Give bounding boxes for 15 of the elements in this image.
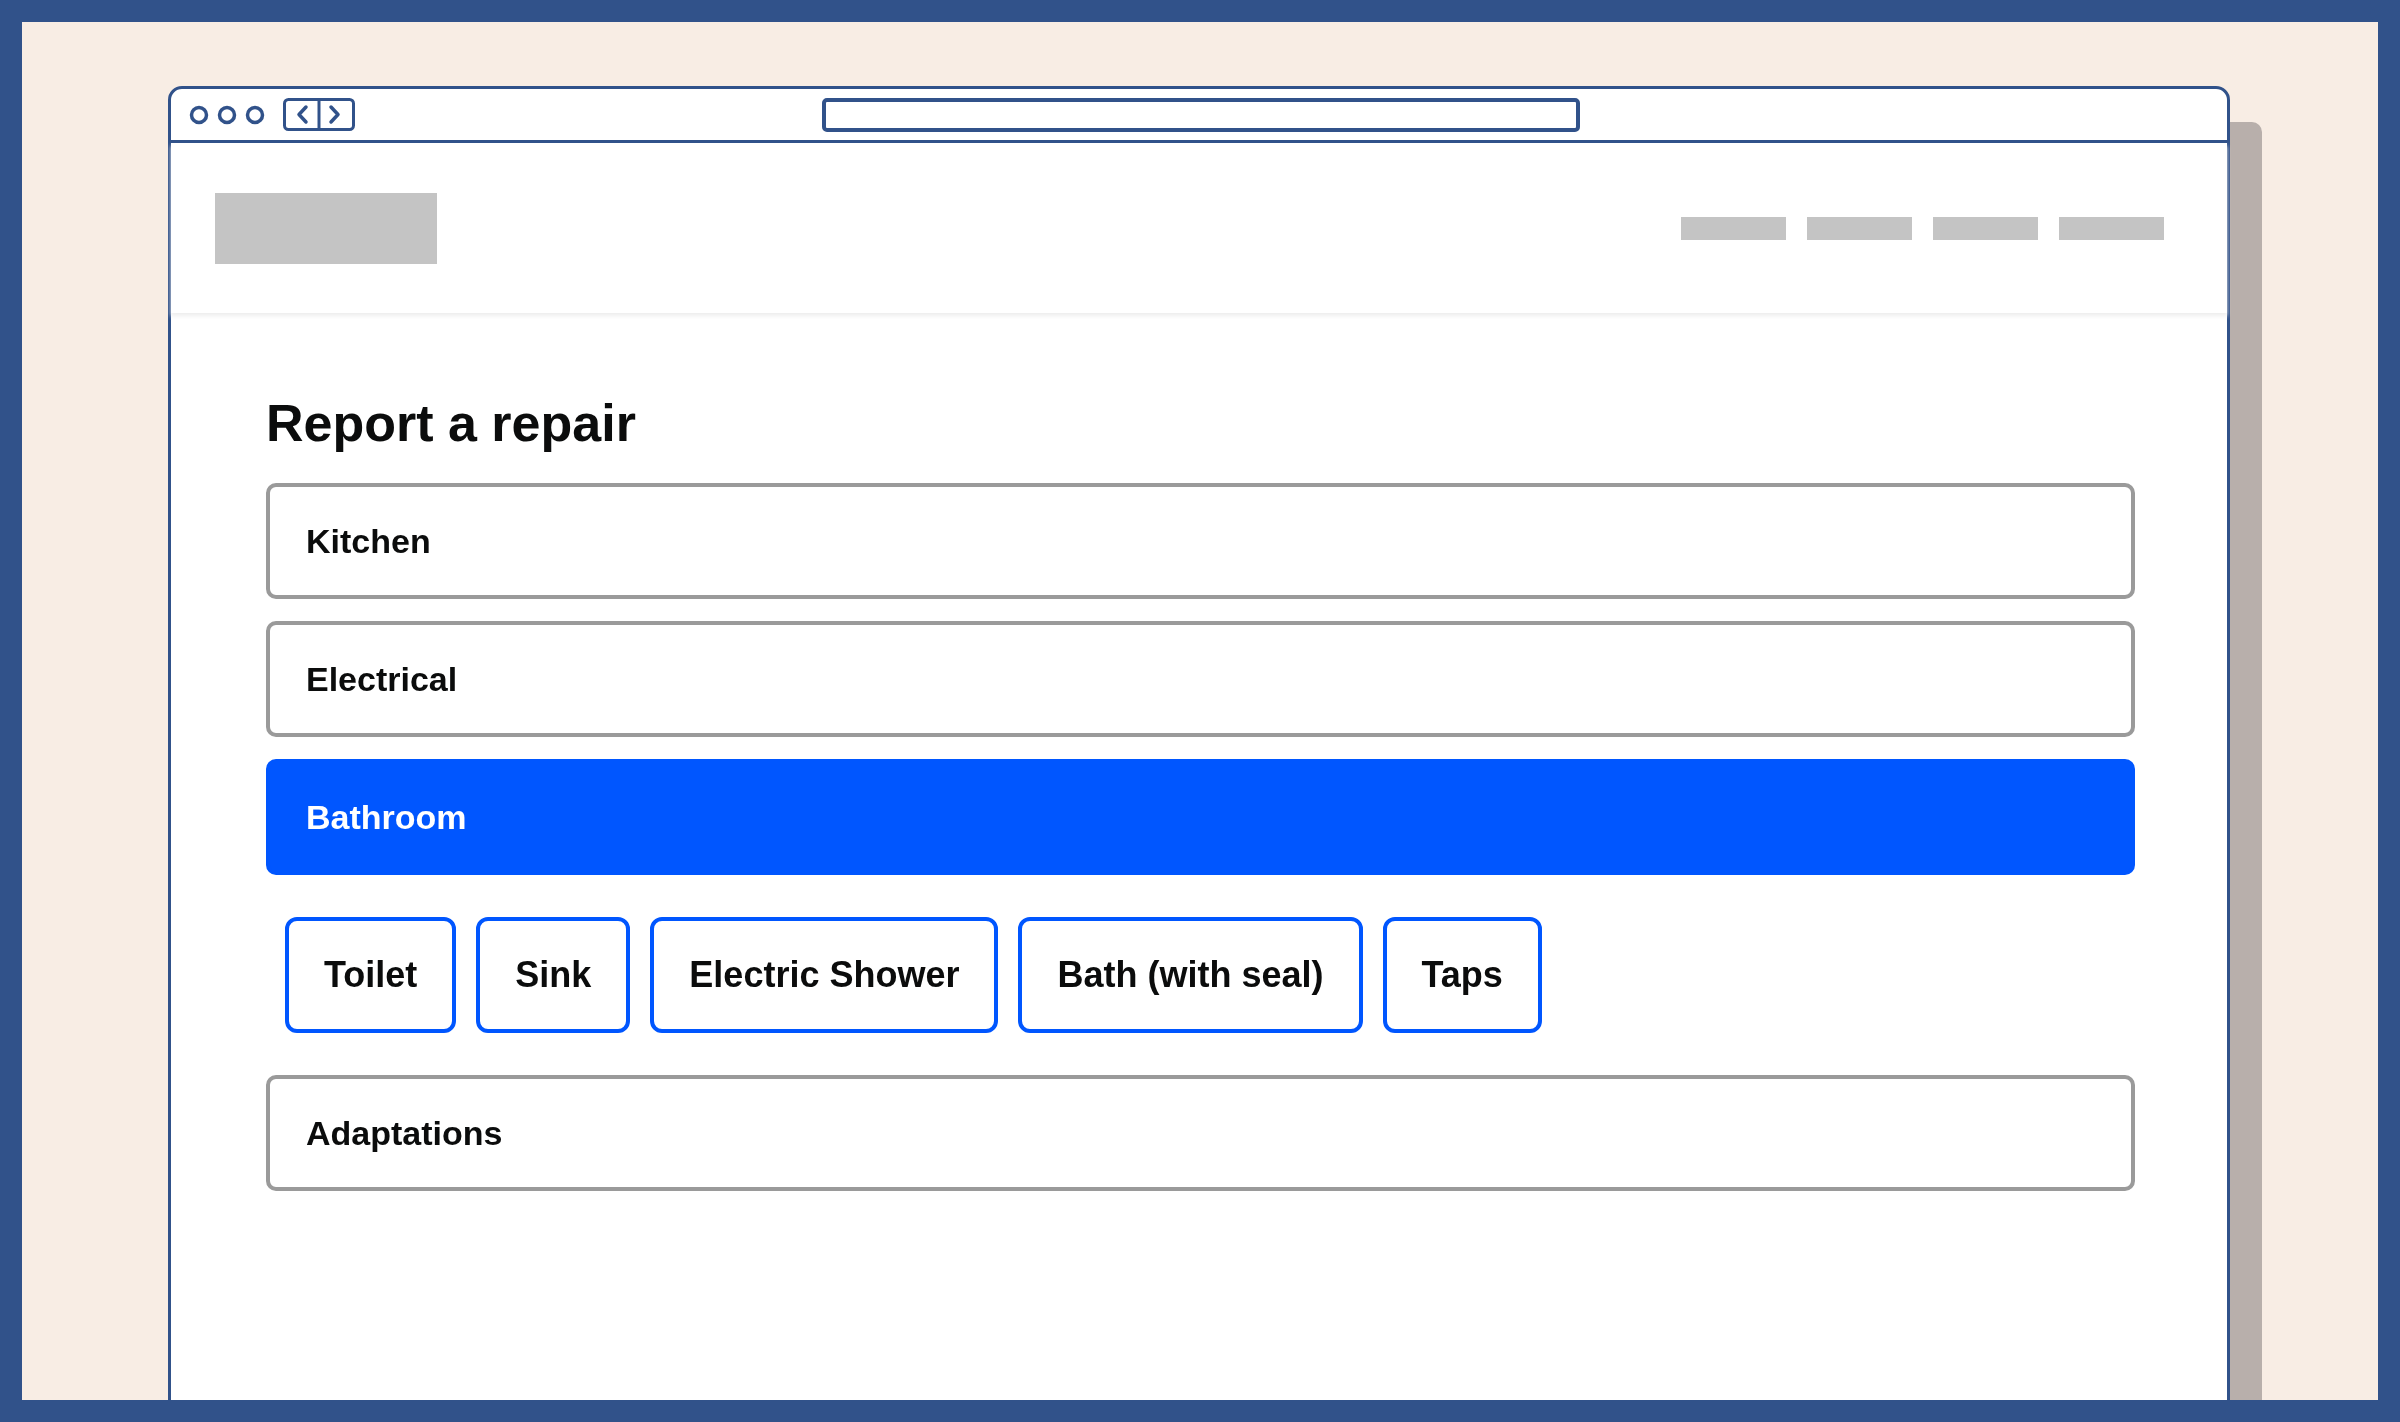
window-control-icon[interactable]	[189, 104, 209, 125]
subcategory-option[interactable]: Taps	[1382, 917, 1542, 1033]
category-option[interactable]: Bathroom	[266, 759, 2135, 875]
category-option[interactable]: Adaptations	[266, 1075, 2135, 1191]
window-control-icon[interactable]	[217, 104, 237, 125]
back-forward-icon[interactable]	[283, 98, 355, 131]
category-option[interactable]: Kitchen	[266, 483, 2135, 599]
subcategory-option[interactable]: Toilet	[285, 917, 457, 1033]
category-option[interactable]: Electrical	[266, 621, 2135, 737]
subcategory-option[interactable]: Sink	[476, 917, 631, 1033]
window-control-icon[interactable]	[245, 104, 265, 125]
page-title: Report a repair	[266, 393, 637, 453]
subcategory-option[interactable]: Electric Shower	[650, 917, 999, 1033]
subcategory-option[interactable]: Bath (with seal)	[1018, 917, 1363, 1033]
address-bar[interactable]	[822, 98, 1580, 132]
